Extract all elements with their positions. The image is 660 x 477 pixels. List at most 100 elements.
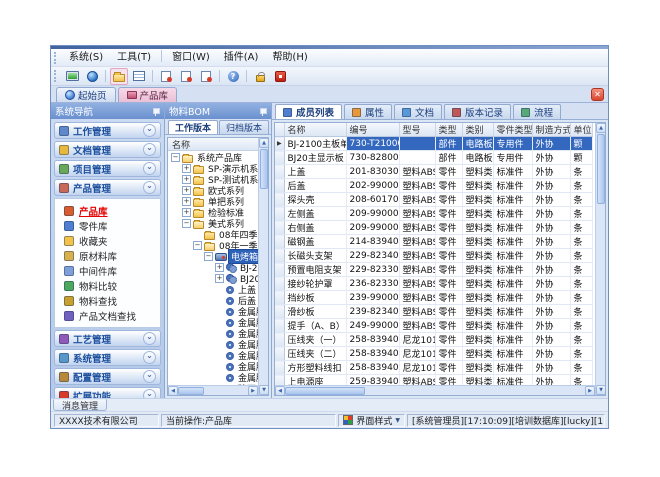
expander-icon[interactable]: − (171, 153, 180, 162)
tool-button-grid-icon[interactable] (130, 68, 148, 85)
sidebar-item-中间件库[interactable]: 中间件库 (57, 263, 158, 278)
sidebar-item-产品库[interactable]: 产品库 (57, 203, 158, 218)
ui-style-dropdown[interactable]: 界面样式 ▼ (338, 414, 405, 427)
tab-起始页[interactable]: 起始页 (56, 87, 116, 102)
menu-item-窗口(W)[interactable]: 窗口(W) (165, 50, 217, 66)
column-header-类别[interactable]: 类别 (462, 123, 493, 137)
scroll-thumb[interactable] (285, 387, 365, 395)
chevron-down-icon[interactable] (143, 332, 156, 345)
menu-grip[interactable] (54, 52, 59, 64)
table-row[interactable]: 挡纱板239-990001-011塑料ABS零件塑料类标准件外协条 (275, 291, 592, 305)
tool-button-help-icon[interactable] (224, 68, 242, 85)
table-row[interactable]: 左侧盖209-990001-011塑料ABS零件塑料类标准件外协条 (275, 207, 592, 221)
table-row[interactable]: ▶BJ-2100主板单点730-T21000-121部件电路板专用件外协颗 (275, 137, 592, 151)
menu-item-插件(A)[interactable]: 插件(A) (217, 50, 266, 66)
tool-button-report-icon-1[interactable] (157, 68, 175, 85)
sidebar-group-配置管理[interactable]: 配置管理 (54, 368, 161, 385)
scroll-down-icon[interactable]: ▼ (259, 385, 269, 395)
table-row[interactable]: 接纱轮护罩236-823301-001塑料ABS零件塑料类标准件外协条 (275, 277, 592, 291)
table-row[interactable]: 右侧盖209-990002-011塑料ABS零件塑料类标准件外协条 (275, 221, 592, 235)
tab-版本记录[interactable]: 版本记录 (444, 104, 511, 119)
menu-item-帮助(H)[interactable]: 帮助(H) (265, 50, 314, 66)
sidebar-group-文档管理[interactable]: 文档管理 (54, 141, 161, 158)
pin-icon[interactable] (258, 107, 267, 116)
column-header-零件类型[interactable]: 零件类型 (493, 123, 532, 137)
column-header-编号[interactable]: 编号 (346, 123, 399, 137)
menu-item-系统(S)[interactable]: 系统(S) (62, 50, 110, 66)
table-vertical-scrollbar[interactable]: ▲ ▼ (595, 123, 605, 395)
scroll-thumb[interactable] (178, 387, 204, 395)
tool-button-open-folder-icon[interactable] (110, 68, 128, 85)
chevron-down-icon[interactable] (143, 124, 156, 137)
table-row[interactable]: 长磁头支架229-823401-001塑料ABS零件塑料类标准件外协条 (275, 249, 592, 263)
table-row[interactable]: BJ20主显示板730-828000-041部件电路板专用件外协颗 (275, 151, 592, 165)
tab-工作版本[interactable]: 工作版本 (168, 120, 218, 134)
sidebar-group-项目管理[interactable]: 项目管理 (54, 160, 161, 177)
tree-column-header[interactable]: 名称 (168, 138, 268, 151)
table-row[interactable]: 磁钢盖214-839404-011塑料ABS零件塑料类标准件外协条 (275, 235, 592, 249)
tab-成员列表[interactable]: 成员列表 (275, 104, 342, 119)
scroll-left-icon[interactable]: ◀ (168, 386, 178, 396)
sidebar-item-收藏夹[interactable]: 收藏夹 (57, 233, 158, 248)
scroll-thumb[interactable] (597, 134, 605, 204)
tab-归档版本[interactable]: 归档版本 (219, 120, 269, 134)
chevron-down-icon[interactable] (143, 143, 156, 156)
table-row[interactable]: 压线夹（一）258-839401-001尼龙1010零件塑料类标准件外协条 (275, 333, 592, 347)
sidebar-group-工作管理[interactable]: 工作管理 (54, 122, 161, 139)
tab-流程[interactable]: 流程 (513, 104, 561, 119)
sidebar-item-零件库[interactable]: 零件库 (57, 218, 158, 233)
table-horizontal-scrollbar[interactable]: ◀ ▶ (275, 385, 595, 395)
column-header-制造方式[interactable]: 制造方式 (532, 123, 570, 137)
expander-icon[interactable]: + (182, 186, 191, 195)
table-row[interactable]: 方形塑料线扣258-839403-001尼龙1010零件塑料类标准件外协条 (275, 361, 592, 375)
chevron-down-icon[interactable] (143, 351, 156, 364)
scroll-right-icon[interactable]: ▶ (585, 386, 595, 396)
table-row[interactable]: 上电源座259-839403-001塑料ABS零件塑料类标准件外协条 (275, 375, 592, 386)
tool-button-report-icon-3[interactable] (197, 68, 215, 85)
expander-icon[interactable]: + (182, 175, 191, 184)
column-header-单位[interactable]: 单位 (570, 123, 592, 137)
expander-icon[interactable]: − (193, 241, 202, 250)
tree-vertical-scrollbar[interactable]: ▲ ▼ (258, 138, 268, 395)
column-header-名称[interactable]: 名称 (284, 123, 346, 137)
pin-icon[interactable] (151, 107, 160, 116)
close-icon[interactable] (591, 88, 604, 101)
scroll-up-icon[interactable]: ▲ (259, 138, 269, 148)
sidebar-group-扩展功能[interactable]: 扩展功能 (54, 387, 161, 398)
sidebar-group-系统管理[interactable]: 系统管理 (54, 349, 161, 366)
expander-icon[interactable]: + (215, 263, 224, 272)
expander-icon[interactable]: + (182, 197, 191, 206)
sidebar-item-原材料库[interactable]: 原材料库 (57, 248, 158, 263)
tab-属性[interactable]: 属性 (344, 104, 392, 119)
table-row[interactable]: 上盖201-830302-001塑料ABS零件塑料类标准件外协条 (275, 165, 592, 179)
chevron-down-icon[interactable] (143, 181, 156, 194)
column-header-类型[interactable]: 类型 (435, 123, 462, 137)
table-row[interactable]: 预置电阻支架229-823302-001塑料ABS零件塑料类标准件外协条 (275, 263, 592, 277)
sidebar-item-物料比较[interactable]: 物料比较 (57, 278, 158, 293)
chevron-down-icon[interactable] (143, 162, 156, 175)
sidebar-group-产品管理[interactable]: 产品管理 (54, 179, 161, 196)
scroll-down-icon[interactable]: ▼ (596, 385, 606, 395)
expander-icon[interactable]: + (182, 164, 191, 173)
sidebar-group-工艺管理[interactable]: 工艺管理 (54, 330, 161, 347)
table-row[interactable]: 探头壳208-601701-011塑料ABS零件塑料类标准件外协条 (275, 193, 592, 207)
tab-message-management[interactable]: 消息管理 (53, 399, 107, 411)
scroll-right-icon[interactable]: ▶ (248, 386, 258, 396)
expander-icon[interactable]: − (182, 219, 191, 228)
tree-horizontal-scrollbar[interactable]: ◀ ▶ (168, 385, 258, 395)
tab-产品库[interactable]: 产品库 (118, 87, 178, 102)
table-row[interactable]: 提手（A、B）249-990001-011塑料ABS零件塑料类标准件外协条 (275, 319, 592, 333)
tool-button-lock-icon[interactable] (251, 68, 269, 85)
table-row[interactable]: 压线夹（二）258-839402-001尼龙1010零件塑料类标准件外协条 (275, 347, 592, 361)
menu-item-工具(T)[interactable]: 工具(T) (110, 50, 158, 66)
tool-button-exit-icon[interactable] (271, 68, 289, 85)
scroll-left-icon[interactable]: ◀ (275, 386, 285, 396)
table-row[interactable]: 滑纱板239-823401-001塑料ABS零件塑料类标准件外协条 (275, 305, 592, 319)
column-header-型号[interactable]: 型号 (399, 123, 435, 137)
toolbar-grip[interactable] (54, 70, 59, 82)
scroll-thumb[interactable] (260, 149, 268, 189)
sidebar-item-产品文档查找[interactable]: 产品文档查找 (57, 308, 158, 323)
table-row[interactable]: 后盖202-990002-011塑料ABS零件塑料类标准件外协条 (275, 179, 592, 193)
chevron-down-icon[interactable] (143, 370, 156, 383)
scroll-up-icon[interactable]: ▲ (596, 123, 606, 133)
